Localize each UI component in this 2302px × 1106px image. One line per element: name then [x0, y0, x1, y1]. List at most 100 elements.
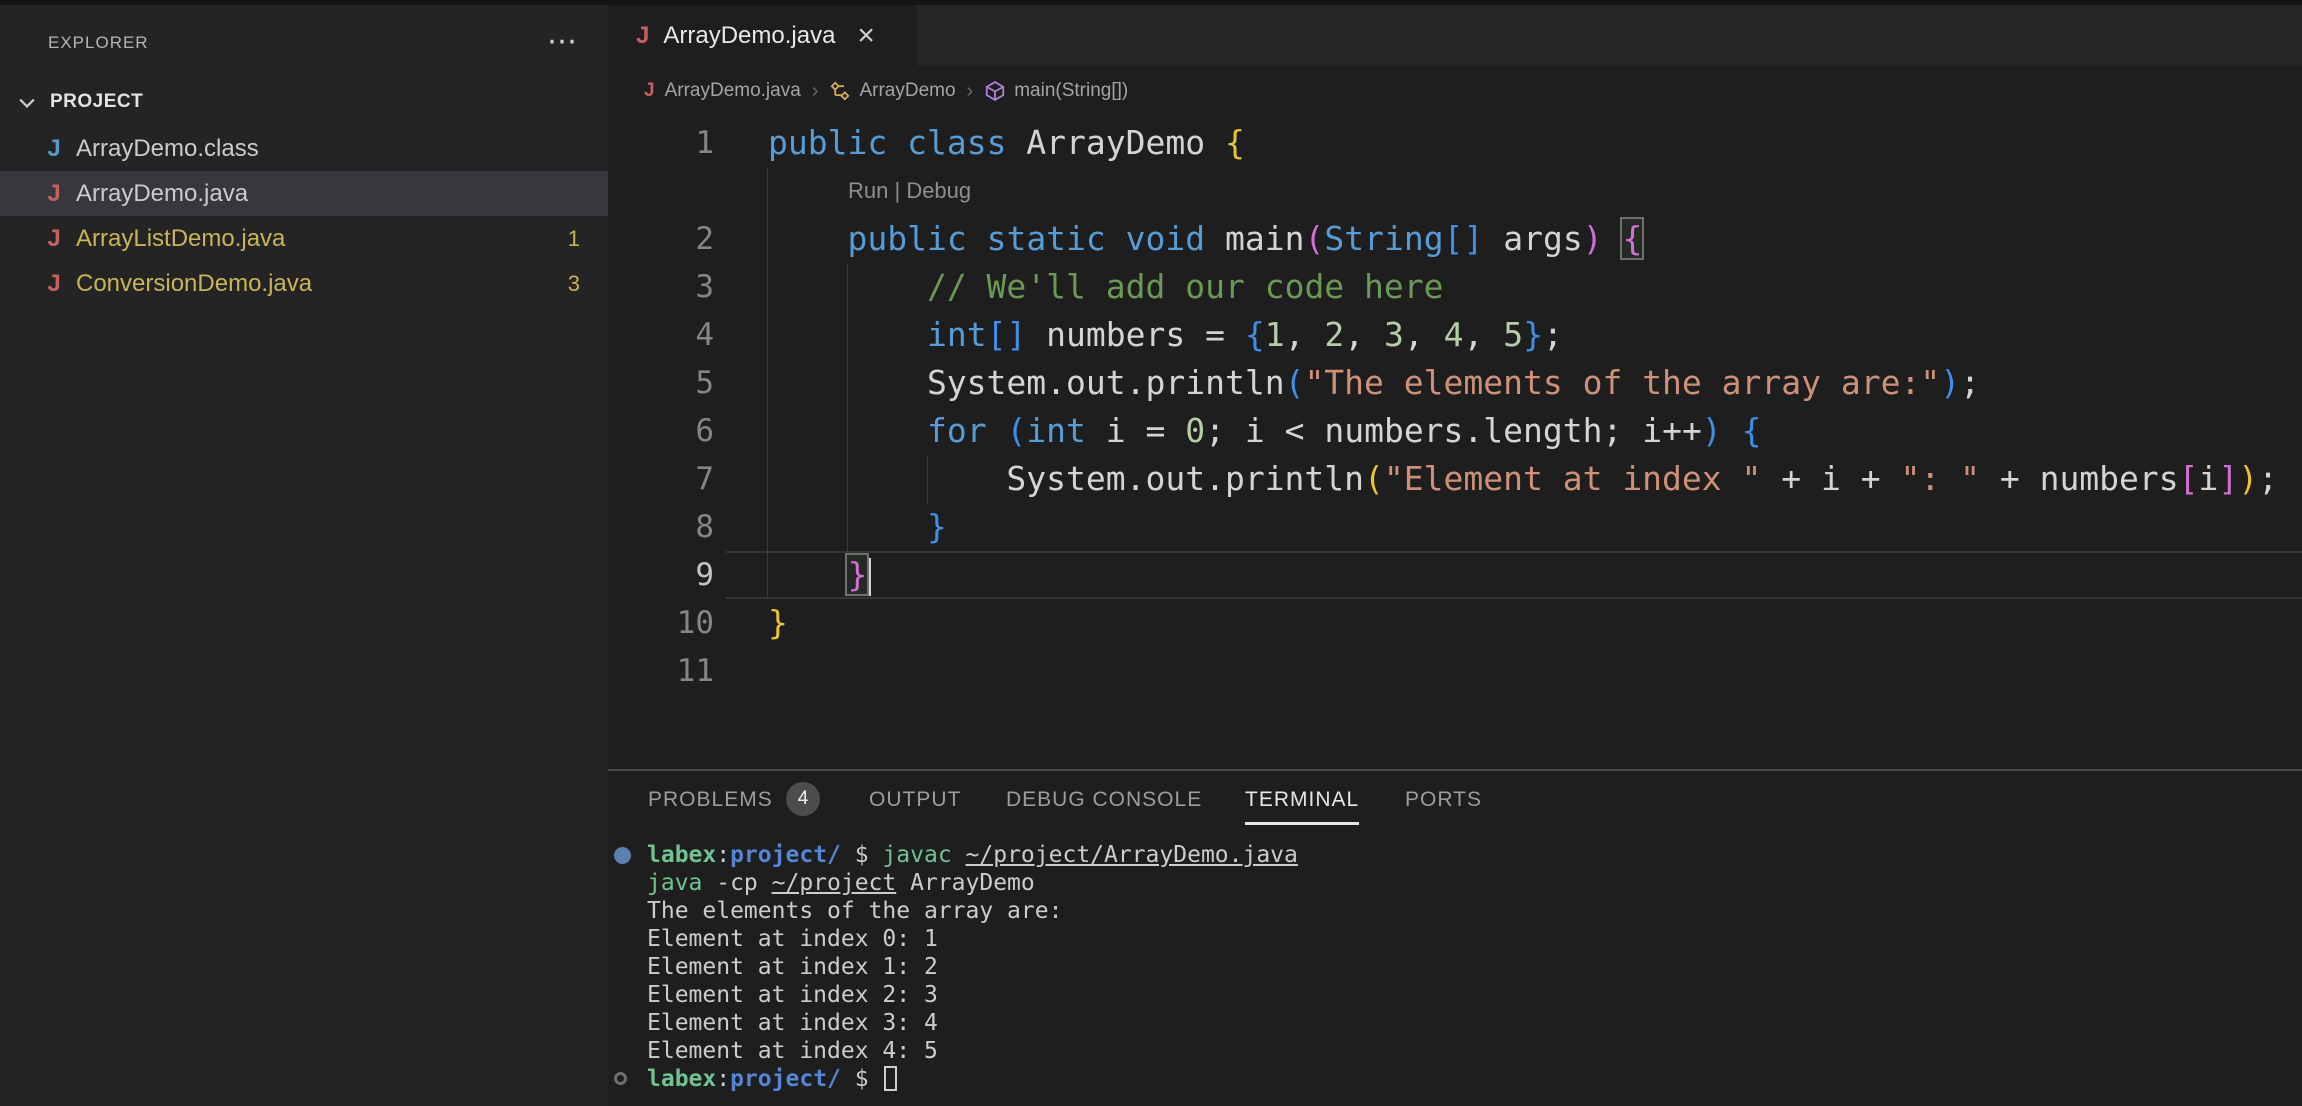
terminal-row: java -cp ~/project ArrayDemo: [647, 869, 1035, 897]
token: {: [1245, 315, 1265, 354]
line-number-6: 6: [608, 407, 714, 455]
code-line-1[interactable]: public class ArrayDemo {: [768, 119, 1245, 167]
token: (: [1006, 411, 1026, 450]
file-row-arraylistdemo-java[interactable]: JArrayListDemo.java1: [0, 216, 608, 261]
terminal-text: $: [841, 842, 883, 868]
token: ;: [1960, 363, 1980, 402]
breadcrumb-separator: ›: [967, 80, 974, 103]
token: ): [1702, 411, 1722, 450]
file-row-arraydemo-java[interactable]: JArrayDemo.java: [0, 171, 608, 216]
token: // We'll add our code here: [927, 267, 1444, 306]
token: System.out.println: [768, 459, 1364, 498]
token: int: [1026, 411, 1086, 450]
token: ): [2238, 459, 2258, 498]
token: main: [1205, 219, 1304, 258]
token: int: [927, 315, 987, 354]
breadcrumb-class[interactable]: ArrayDemo: [859, 80, 955, 102]
token: i: [2199, 459, 2219, 498]
file-row-arraydemo-class[interactable]: JArrayDemo.class: [0, 126, 608, 171]
tab-arraydemo-java[interactable]: J ArrayDemo.java ×: [608, 5, 917, 66]
terminal-link[interactable]: ~/project/ArrayDemo.java: [966, 842, 1298, 868]
token: }: [768, 603, 788, 642]
token: {: [1622, 219, 1642, 258]
token: for: [927, 411, 987, 450]
terminal-row: labex:project/ $ javac ~/project/ArrayDe…: [647, 841, 1298, 869]
terminal-text: labex: [647, 1066, 716, 1092]
token: (: [1285, 363, 1305, 402]
code-line-4[interactable]: int[] numbers = {1, 2, 3, 4, 5};: [768, 311, 1563, 359]
symbol-class-icon: [829, 80, 851, 102]
project-section-header[interactable]: PROJECT: [0, 83, 608, 121]
token: ": ": [1900, 459, 1979, 498]
token: [1603, 219, 1623, 258]
token: [987, 411, 1007, 450]
line-number-11: 11: [608, 647, 714, 695]
run-link[interactable]: Run: [848, 178, 888, 203]
code-line-5[interactable]: System.out.println("The elements of the …: [768, 359, 1980, 407]
token: ,: [1285, 315, 1325, 354]
window-top-edge: [0, 0, 2302, 5]
code-line-8[interactable]: }: [768, 503, 947, 551]
token: i =: [1086, 411, 1185, 450]
terminal[interactable]: labex:project/ $ javac ~/project/ArrayDe…: [608, 771, 2302, 1106]
terminal-text: labex: [647, 842, 716, 868]
terminal-row: labex:project/ $: [647, 1065, 897, 1093]
token: ): [1583, 219, 1603, 258]
token: public: [768, 123, 887, 162]
editor-cursor: [868, 558, 871, 596]
code-line-2[interactable]: public static void main(String[] args) {: [768, 215, 1642, 263]
code-line-10[interactable]: }: [768, 599, 788, 647]
token: 2: [1324, 315, 1344, 354]
terminal-text: project/: [730, 842, 841, 868]
terminal-text: javac: [882, 842, 951, 868]
token: ): [1940, 363, 1960, 402]
code-line-3[interactable]: // We'll add our code here: [768, 263, 1444, 311]
terminal-text: java: [647, 870, 702, 896]
terminal-text: Element at index 1: 2: [647, 954, 938, 980]
java-file-icon: J: [644, 80, 655, 102]
token: + i +: [1761, 459, 1900, 498]
terminal-text: -cp: [702, 870, 771, 896]
terminal-text: :: [716, 1066, 730, 1092]
token: [768, 411, 927, 450]
token: [768, 219, 847, 258]
code-line-6[interactable]: for (int i = 0; i < numbers.length; i++)…: [768, 407, 1761, 455]
token: ,: [1404, 315, 1444, 354]
terminal-row: The elements of the array are:: [647, 897, 1062, 925]
debug-link[interactable]: Debug: [906, 178, 971, 203]
breadcrumb-method[interactable]: main(String[]): [1014, 80, 1128, 102]
command-success-dot: [614, 847, 631, 864]
token: ; i < numbers.length; i++: [1205, 411, 1702, 450]
token: 4: [1444, 315, 1464, 354]
token: []: [987, 315, 1027, 354]
terminal-row: Element at index 2: 3: [647, 981, 938, 1009]
java-file-icon: J: [40, 126, 68, 171]
token: ;: [1543, 315, 1563, 354]
file-row-conversiondemo-java[interactable]: JConversionDemo.java3: [0, 261, 608, 306]
token: ,: [1463, 315, 1503, 354]
token: "The elements of the array are:": [1304, 363, 1940, 402]
java-file-icon: J: [40, 261, 68, 306]
token: static: [987, 219, 1106, 258]
code-line-9[interactable]: }: [768, 551, 871, 599]
terminal-text: [952, 842, 966, 868]
file-name: ArrayDemo.class: [76, 126, 259, 171]
editor-tab-bar: J ArrayDemo.java ×: [608, 5, 2302, 66]
problem-count-badge: 1: [568, 216, 580, 261]
line-number-2: 2: [608, 215, 714, 263]
code-line-7[interactable]: System.out.println("Element at index " +…: [768, 455, 2278, 503]
close-icon[interactable]: ×: [857, 21, 875, 51]
java-file-icon: J: [40, 216, 68, 261]
breadcrumb-separator: ›: [812, 80, 819, 103]
more-actions-icon[interactable]: ⋯: [540, 23, 584, 61]
terminal-link[interactable]: ~/project: [772, 870, 897, 896]
java-file-icon: J: [40, 171, 68, 216]
token: }: [927, 507, 947, 546]
bottom-panel: PROBLEMS4OUTPUTDEBUG CONSOLETERMINALPORT…: [608, 771, 2302, 1106]
terminal-row: Element at index 4: 5: [647, 1037, 938, 1065]
chevron-down-icon: [16, 92, 38, 114]
vscode-window: { "colors": { "topstrip": "#151515", "si…: [0, 0, 2302, 1106]
token: ]: [2218, 459, 2238, 498]
breadcrumb-file[interactable]: ArrayDemo.java: [665, 80, 801, 102]
token: ArrayDemo: [1006, 123, 1225, 162]
